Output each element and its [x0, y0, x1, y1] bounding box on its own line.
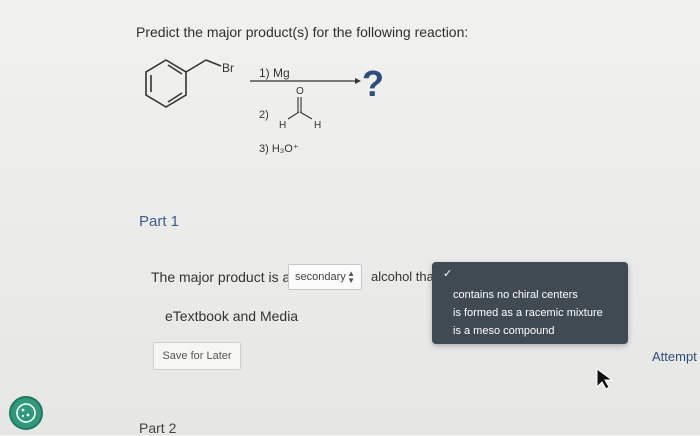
reaction-scheme: Br 1) Mg 2) O H H 3) H₃O⁺ ? [145, 59, 384, 155]
dropdown-option[interactable]: is a meso compound [453, 325, 555, 337]
cookie-settings-icon[interactable] [9, 396, 43, 430]
carbonyl-h-right: H [314, 120, 321, 131]
alcohol-type-value: secondary [295, 271, 346, 283]
unknown-product: ? [362, 63, 384, 104]
part2-heading: Part 2 [139, 420, 177, 436]
step2-label: 2) [259, 109, 269, 121]
chirality-dropdown[interactable]: ✓ contains no chiral centers is formed a… [432, 262, 628, 344]
etextbook-link[interactable]: eTextbook and Media [165, 308, 298, 324]
carbonyl-h-left: H [279, 120, 286, 131]
answer-suffix: alcohol tha [371, 269, 434, 284]
question-text: Predict the major product(s) for the fol… [136, 24, 469, 40]
cookie-icon [16, 403, 36, 423]
answer-prefix: The major product is a [151, 269, 291, 285]
benzene-ring [145, 59, 222, 108]
bromine-label: Br [222, 61, 234, 75]
dropdown-option[interactable]: is formed as a racemic mixture [453, 307, 603, 319]
select-arrows-icon: ▲ ▼ [347, 269, 355, 285]
step1-label: 1) Mg [259, 66, 290, 80]
attempts-label: Attempt [652, 349, 697, 364]
part1-heading: Part 1 [139, 213, 180, 230]
dropdown-option[interactable]: contains no chiral centers [453, 289, 578, 301]
carbonyl-oxygen: O [296, 86, 304, 97]
alcohol-type-select[interactable]: secondary ▲ ▼ [288, 264, 362, 290]
step3-label: 3) H₃O⁺ [259, 143, 299, 155]
checkmark-icon: ✓ [443, 268, 453, 280]
mouse-cursor-icon [596, 368, 614, 390]
save-for-later-button[interactable]: Save for Later [153, 342, 241, 370]
